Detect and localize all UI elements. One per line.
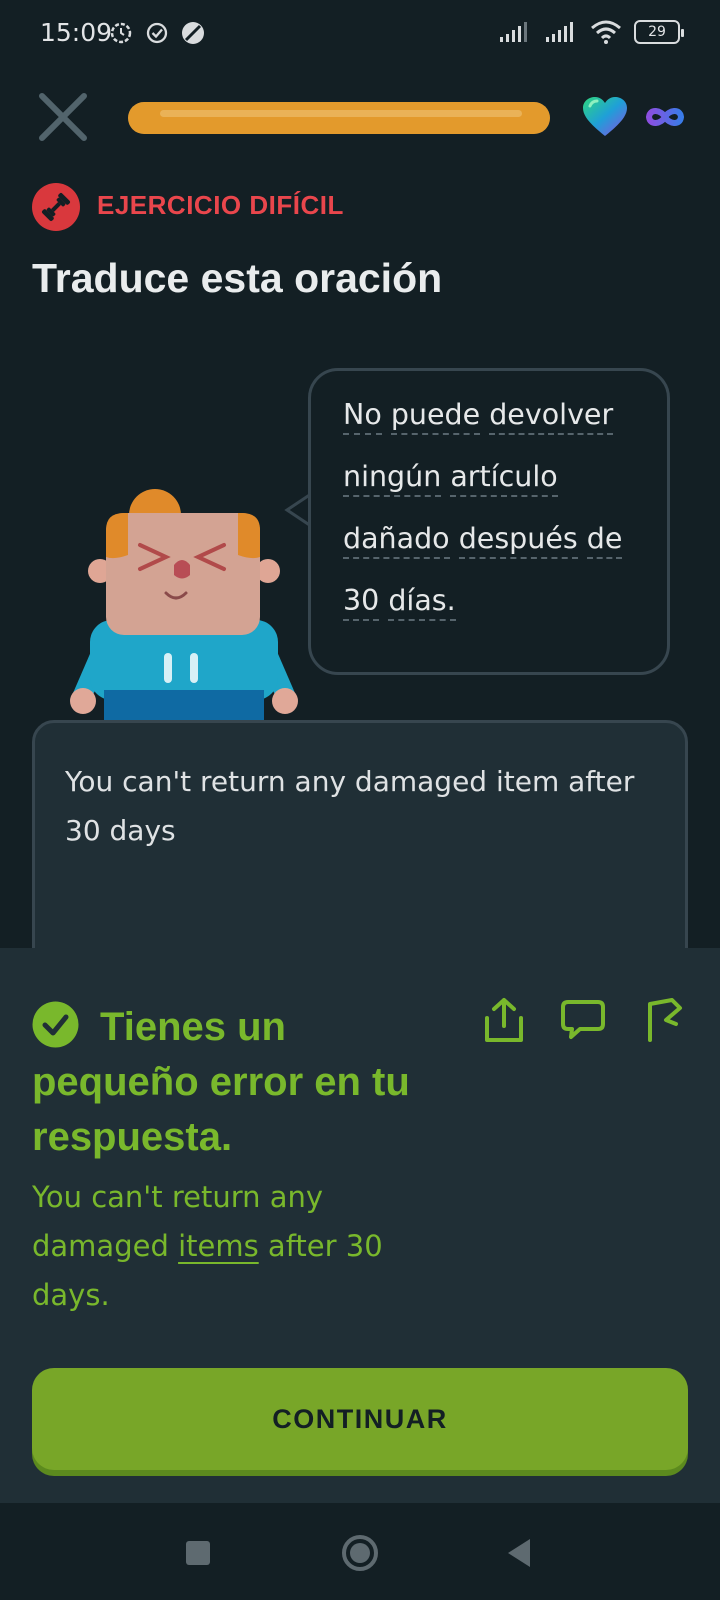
prompt-word[interactable]: puede (390, 398, 481, 435)
feedback-title: Tienes un pequeño error en tu respuesta. (32, 1005, 410, 1159)
recents-button[interactable] (178, 1533, 218, 1573)
continue-button[interactable]: CONTINUAR (32, 1368, 688, 1470)
prompt-line: dañado después de (343, 521, 623, 559)
signal-1-icon (500, 22, 527, 42)
correction-highlight: items (178, 1229, 259, 1263)
status-icons-left (108, 20, 206, 46)
prompt-line: ningún artículo (343, 459, 558, 497)
answer-text: You can't return any damaged item after … (65, 765, 635, 847)
wifi-icon (591, 20, 621, 44)
correct-answer: You can't return any damaged items after… (32, 1173, 432, 1320)
lesson-progress-bar (128, 102, 550, 134)
check-circle-icon (146, 22, 168, 44)
page-title: Traduce esta oración (32, 255, 443, 301)
hard-exercise-label: EJERCICIO DIFÍCIL (97, 190, 344, 220)
infinity-icon (645, 108, 685, 126)
share-icon[interactable] (481, 996, 527, 1044)
feedback-panel: Tienes un pequeño error en tu respuesta.… (0, 948, 720, 1503)
dumbbell-badge (32, 183, 80, 231)
back-button[interactable] (500, 1533, 540, 1573)
battery-icon: 29 (634, 20, 684, 44)
close-icon (39, 93, 87, 141)
prompt-word[interactable]: días. (388, 584, 456, 621)
prompt-word[interactable]: devolver (489, 398, 614, 435)
prompt-line: 30 días. (343, 583, 456, 621)
prompt-word[interactable]: de (586, 522, 623, 559)
prompt-word[interactable]: ningún (343, 460, 442, 497)
status-bar: 15:09 29 (0, 0, 720, 70)
report-flag-icon[interactable] (642, 996, 688, 1044)
prompt-bubble: No puede devolver ningún artículo dañado d… (308, 368, 670, 675)
prompt-word[interactable]: después (458, 522, 578, 559)
signal-2-icon (546, 22, 573, 42)
no-disturb-icon (182, 22, 204, 44)
progress-shine (160, 110, 522, 117)
prompt-line: No puede devolver (343, 397, 614, 435)
prompt-word[interactable]: No (343, 398, 382, 435)
character-illustration (70, 489, 298, 721)
prompt-word[interactable]: artículo (450, 460, 558, 497)
home-button[interactable] (340, 1533, 380, 1573)
answer-textarea[interactable]: You can't return any damaged item after … (32, 720, 688, 980)
status-icons-right: 29 (498, 20, 684, 44)
close-button[interactable] (36, 90, 90, 144)
system-nav-bar (0, 1503, 720, 1600)
status-time: 15:09 (40, 18, 113, 47)
progress-fill (128, 102, 550, 134)
dumbbell-icon (41, 192, 71, 222)
prompt-word[interactable]: dañado (343, 522, 450, 559)
prompt-word[interactable]: 30 (343, 584, 380, 621)
settings-sync-icon (110, 22, 132, 44)
comment-icon[interactable] (560, 996, 606, 1044)
heart-gradient-icon[interactable] (582, 96, 628, 138)
